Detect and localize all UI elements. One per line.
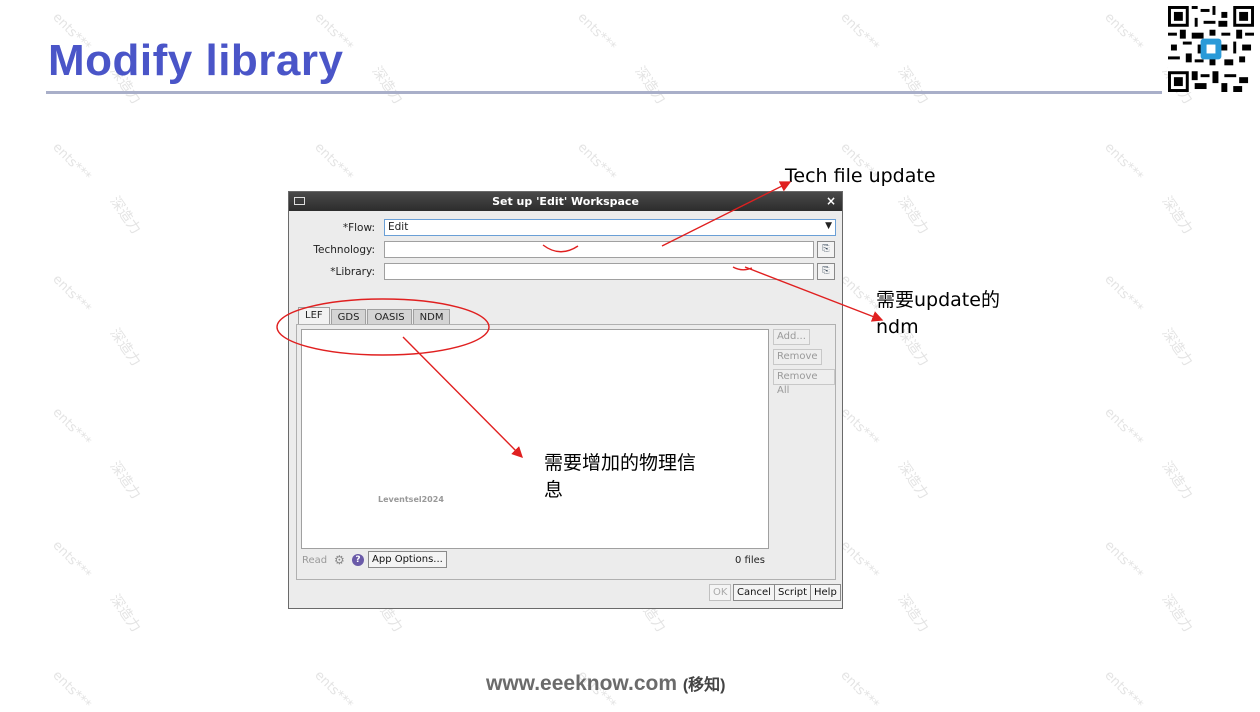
physical-arrow	[402, 336, 523, 458]
annotation-overlay	[276, 181, 884, 458]
technology-underline-mark	[542, 244, 579, 253]
footer-site: www.eeeknow.com	[486, 672, 677, 695]
library-underline-mark	[732, 266, 753, 271]
footer-suffix: (移知)	[682, 677, 726, 694]
ndm-arrow	[744, 266, 884, 322]
footer: www.eeeknow.com (移知)	[486, 671, 726, 696]
tech-file-arrow	[661, 181, 792, 247]
tabs-highlight-ellipse	[276, 298, 490, 356]
